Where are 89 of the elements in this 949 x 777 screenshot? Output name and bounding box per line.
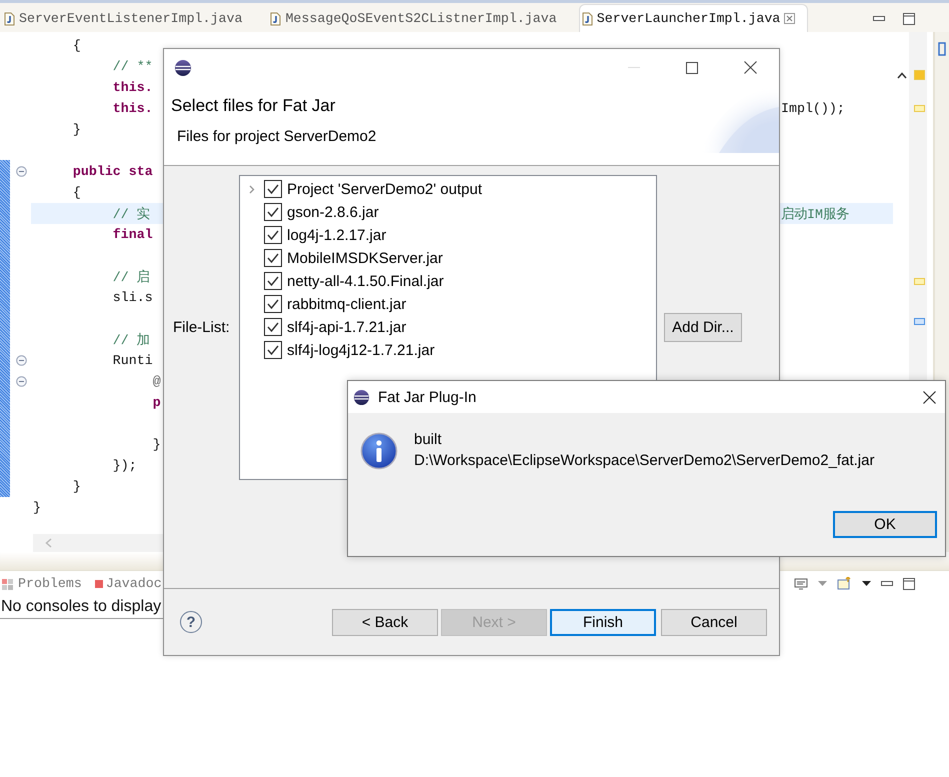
help-button[interactable]: ? xyxy=(180,611,202,633)
add-dir-button[interactable]: Add Dir... xyxy=(664,312,742,342)
file-list-label: File-List: xyxy=(173,318,231,336)
checkbox[interactable] xyxy=(264,318,282,336)
info-icon xyxy=(360,432,398,470)
dialog-title: Fat Jar Plug-In xyxy=(378,388,476,406)
code-text: @ xyxy=(152,374,161,389)
editor-tab[interactable]: ServerEventListenerImpl.java xyxy=(2,5,254,32)
code-text: { xyxy=(72,38,81,53)
file-item[interactable]: rabbitmq-client.jar xyxy=(287,296,406,312)
square-icon[interactable] xyxy=(94,580,103,588)
file-item[interactable]: slf4j-log4j12-1.7.21.jar xyxy=(287,342,435,358)
expand-icon[interactable] xyxy=(249,184,255,194)
code-text: }); xyxy=(112,458,137,473)
panel-icon[interactable] xyxy=(938,42,946,56)
sphere-icon xyxy=(174,58,192,76)
console-panel-tab[interactable]: Problems xyxy=(18,576,82,591)
occurrence-marker-icon[interactable] xyxy=(914,278,925,285)
file-item[interactable]: netty-all-4.1.50.Final.jar xyxy=(287,272,444,290)
warning-marker-icon[interactable] xyxy=(914,70,925,80)
sphere-icon xyxy=(353,388,370,406)
dropdown-icon[interactable] xyxy=(862,581,871,586)
collapse-icon[interactable] xyxy=(16,376,27,387)
code-text: } xyxy=(152,437,161,452)
checkbox[interactable] xyxy=(264,203,282,221)
checkbox[interactable] xyxy=(264,272,282,290)
code-text: } xyxy=(72,479,81,494)
file-item[interactable]: slf4j-api-1.7.21.jar xyxy=(287,318,406,336)
code-text: } xyxy=(72,122,81,137)
minimize-icon[interactable] xyxy=(873,16,885,22)
collapse-icon[interactable] xyxy=(16,355,27,366)
occurrence-marker-icon[interactable] xyxy=(914,105,925,112)
marker-icon[interactable] xyxy=(914,318,925,325)
code-text: final xyxy=(112,227,153,242)
collapse-icon[interactable] xyxy=(16,166,27,177)
checkmark-icon[interactable] xyxy=(266,344,280,356)
file-item[interactable]: Project 'ServerDemo2' output xyxy=(287,180,482,198)
checkmark-icon[interactable] xyxy=(266,229,280,241)
console-panel-tab[interactable]: Javadoc xyxy=(106,576,162,591)
checkbox[interactable] xyxy=(264,341,282,359)
code-text: // 启 xyxy=(112,268,150,286)
checkmark-icon[interactable] xyxy=(266,321,280,333)
checkmark-icon[interactable] xyxy=(266,183,280,195)
wizard-button[interactable]: Finish xyxy=(550,608,656,636)
checkbox[interactable] xyxy=(264,226,282,244)
ok-button[interactable]: OK xyxy=(833,511,937,538)
file-item[interactable]: gson-2.8.6.jar xyxy=(287,204,379,220)
wizard-subtitle: Files for project ServerDemo2 xyxy=(176,128,378,145)
open-console-icon[interactable] xyxy=(837,577,852,590)
code-text: 启动IM服务 xyxy=(781,206,849,222)
editor-tab[interactable]: MessageQoSEventS2CListnerImpl.java xyxy=(268,5,569,32)
code-text: this. xyxy=(112,80,153,95)
checkbox[interactable] xyxy=(264,295,282,313)
checkmark-icon[interactable] xyxy=(266,275,280,287)
wizard-button[interactable]: < Back xyxy=(332,608,438,636)
maximize-icon[interactable] xyxy=(903,578,915,590)
wizard-title: Select files for Fat Jar xyxy=(171,96,336,116)
checkbox[interactable] xyxy=(264,249,282,267)
code-text: { xyxy=(72,185,81,200)
file-icon xyxy=(270,12,282,26)
scroll-up-icon[interactable] xyxy=(897,72,907,79)
checkmark-icon[interactable] xyxy=(266,298,280,310)
editor-tab[interactable]: ServerLauncherImpl.java xyxy=(578,4,808,32)
checkbox[interactable] xyxy=(264,180,282,198)
message-text: built xyxy=(414,430,443,450)
display-console-icon[interactable] xyxy=(794,578,808,590)
file-item[interactable]: MobileIMSDKServer.jar xyxy=(287,250,443,266)
maximize-icon[interactable] xyxy=(903,12,915,24)
code-text: this. xyxy=(112,101,153,116)
close-icon[interactable] xyxy=(923,390,936,404)
code-text: // 加 xyxy=(112,332,150,348)
minimize-icon[interactable] xyxy=(881,580,893,586)
message-text: D:\Workspace\EclipseWorkspace\ServerDemo2\ServerDemo2_fat.jar xyxy=(414,451,874,471)
wizard-button[interactable]: Cancel xyxy=(661,608,767,636)
checkmark-icon[interactable] xyxy=(266,252,280,264)
code-text: sli.s xyxy=(112,290,153,305)
close-icon[interactable] xyxy=(744,61,757,74)
maximize-icon[interactable] xyxy=(686,62,698,74)
code-text: public sta xyxy=(72,164,153,179)
code-text: Runti xyxy=(112,353,153,368)
code-text: p xyxy=(152,395,161,410)
code-text: } xyxy=(33,500,41,515)
code-text: Impl()); xyxy=(781,101,845,116)
file-icon xyxy=(4,12,15,26)
file-icon xyxy=(582,12,593,26)
file-item[interactable]: log4j-1.2.17.jar xyxy=(287,226,386,244)
code-text: // 实 xyxy=(112,206,150,222)
code-text: // ** xyxy=(112,59,153,74)
checkmark-icon[interactable] xyxy=(266,206,280,218)
